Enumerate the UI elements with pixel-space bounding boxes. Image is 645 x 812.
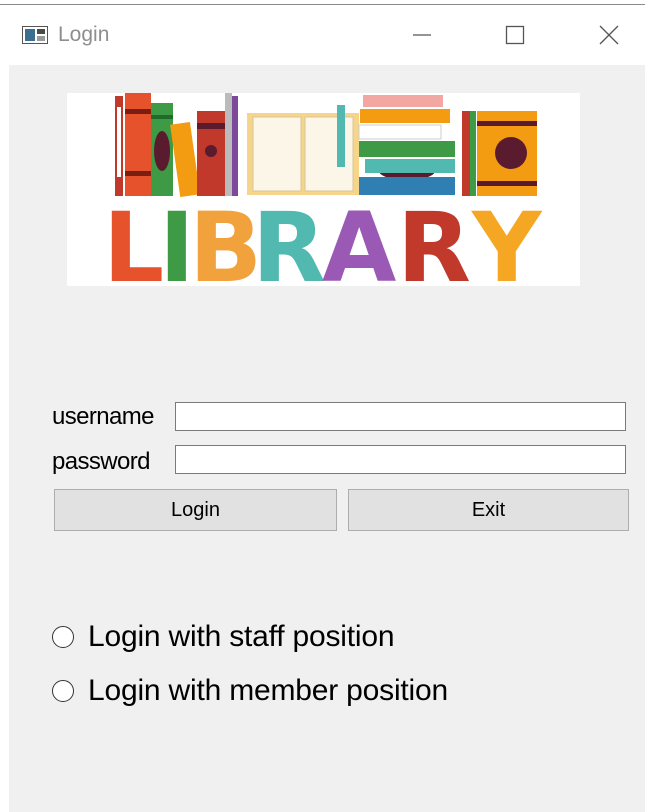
- login-button-label: Login: [171, 498, 220, 521]
- svg-text:R: R: [397, 192, 471, 286]
- minimize-icon: [413, 34, 431, 36]
- maximize-icon: [505, 25, 525, 45]
- library-banner-image: L I B R A R Y: [67, 93, 580, 286]
- username-label: username: [52, 403, 155, 430]
- maximize-button[interactable]: [493, 15, 537, 55]
- password-label: password: [52, 448, 151, 475]
- password-input[interactable]: [175, 445, 626, 474]
- minimize-button[interactable]: [400, 15, 444, 55]
- login-button[interactable]: Login: [54, 489, 337, 531]
- svg-text:R: R: [252, 192, 326, 286]
- window-title: Login: [58, 23, 110, 46]
- svg-text:L: L: [103, 192, 164, 286]
- username-input[interactable]: [175, 402, 626, 431]
- exit-button-label: Exit: [471, 498, 506, 521]
- exit-button[interactable]: Exit: [348, 489, 629, 531]
- library-wordmark: L I B R A R Y: [103, 192, 543, 286]
- radio-circle-icon[interactable]: [52, 680, 74, 702]
- login-window-body: L I B R A R Y username password Login Ex…: [9, 65, 645, 812]
- svg-text:Y: Y: [471, 192, 543, 286]
- member-position-radio[interactable]: Login with member position: [52, 674, 448, 708]
- staff-position-label: Login with staff position: [88, 620, 395, 653]
- radio-circle-icon[interactable]: [52, 626, 74, 648]
- title-bar[interactable]: Login: [0, 5, 645, 65]
- app-window-icon: [22, 26, 48, 44]
- staff-position-radio[interactable]: Login with staff position: [52, 620, 395, 654]
- close-button[interactable]: [587, 15, 631, 55]
- close-icon: [599, 25, 619, 45]
- member-position-label: Login with member position: [88, 674, 448, 707]
- svg-text:A: A: [322, 192, 396, 286]
- book-spines-icon: [115, 93, 537, 198]
